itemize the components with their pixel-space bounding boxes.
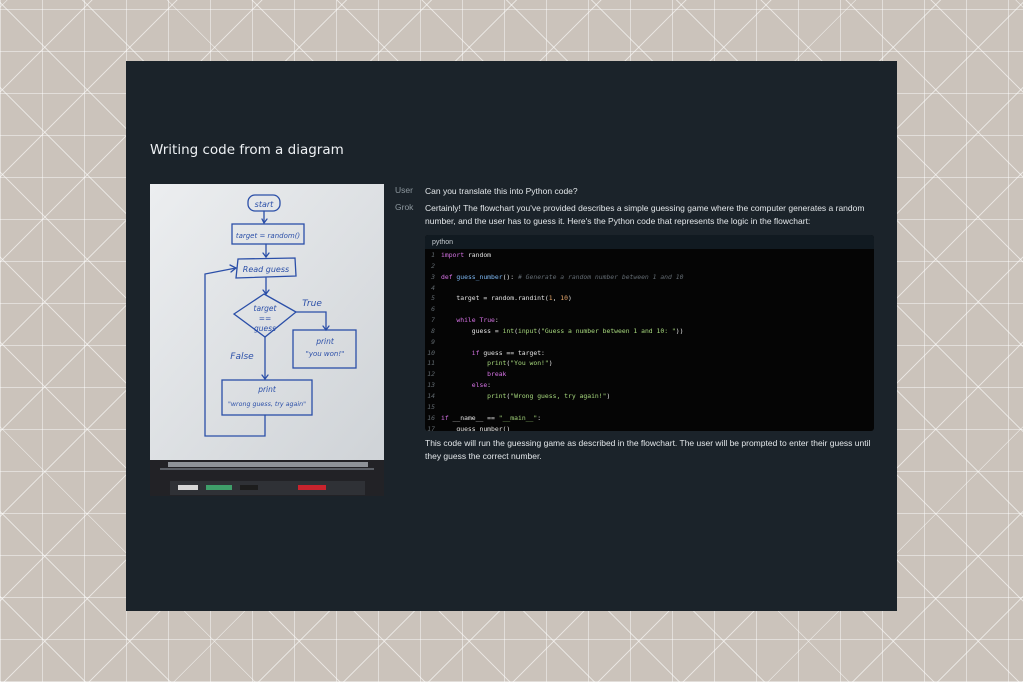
- code-line: 13 else:: [425, 380, 874, 391]
- page-title: Writing code from a diagram: [150, 142, 344, 158]
- code-line: 15: [425, 402, 874, 413]
- line-number: 13: [427, 381, 435, 390]
- code-line: 6: [425, 304, 874, 315]
- line-number: 1: [431, 251, 435, 259]
- line-number: 16: [427, 413, 435, 422]
- line-number: 17: [427, 424, 435, 432]
- code-line: 8 guess = int(input("Guess a number betw…: [425, 326, 874, 337]
- line-number: 14: [427, 391, 435, 400]
- code-line: 2: [425, 261, 874, 272]
- flow-print-lose-line2: "wrong guess, try again": [228, 400, 306, 408]
- assistant-outro: This code will run the guessing game as …: [425, 438, 871, 461]
- flow-decision-line3: guess: [254, 324, 276, 333]
- code-body: 1 import random 2 3 def guess_number(): # Ge…: [425, 249, 874, 431]
- flow-true-label: True: [302, 299, 322, 309]
- flow-decision-line1: target: [254, 304, 278, 313]
- code-line: 10 if guess == target:: [425, 348, 874, 359]
- line-number: 9: [431, 337, 435, 346]
- flow-decision-line2: ==: [259, 314, 272, 323]
- user-role-label: User: [395, 185, 413, 195]
- code-line: 14 print("Wrong guess, try again!"): [425, 391, 874, 402]
- line-number: 3: [431, 272, 435, 281]
- flow-start-label: start: [255, 200, 274, 209]
- whiteboard-photo: start target = random() Read guess targe…: [150, 184, 384, 496]
- flow-print-win-line1: print: [315, 337, 335, 346]
- code-line: 9: [425, 337, 874, 348]
- line-number: 5: [431, 294, 435, 303]
- code-line: 17 guess_number(): [425, 424, 874, 432]
- code-line: 5 target = random.randint(1, 10): [425, 293, 874, 304]
- line-number: 8: [431, 326, 435, 335]
- line-number: 11: [427, 359, 435, 368]
- code-line: 12 break: [425, 369, 874, 380]
- flow-assign-label: target = random(): [236, 232, 301, 240]
- line-number: 2: [431, 261, 435, 270]
- line-number: 15: [427, 402, 435, 411]
- flow-read-label: Read guess: [243, 265, 289, 274]
- code-line: 7 while True:: [425, 315, 874, 326]
- code-language-label: python: [425, 235, 874, 249]
- demo-panel: Writing code from a diagram start target…: [126, 61, 897, 611]
- code-line: 3 def guess_number(): # Generate a random…: [425, 272, 874, 283]
- line-number: 4: [431, 283, 435, 292]
- code-line: 16 if __name__ == "__main__":: [425, 413, 874, 424]
- assistant-intro: Certainly! The flowchart you've provided…: [425, 203, 865, 226]
- code-line: 4: [425, 283, 874, 294]
- code-line: 1 import random: [425, 250, 874, 261]
- line-number: 6: [431, 305, 435, 314]
- flow-print-win-line2: "you won!": [306, 350, 345, 358]
- assistant-role-label: Grok: [395, 202, 414, 212]
- line-number: 10: [427, 348, 435, 357]
- user-message: Can you translate this into Python code?: [425, 186, 578, 196]
- flow-false-label: False: [230, 352, 254, 362]
- line-number: 12: [427, 370, 435, 379]
- code-line: 11 print("You won!"): [425, 358, 874, 369]
- line-number: 7: [431, 316, 435, 325]
- flow-print-lose-line1: print: [257, 385, 277, 394]
- code-block: python 1 import random 2 3 def guess_number(…: [425, 235, 874, 431]
